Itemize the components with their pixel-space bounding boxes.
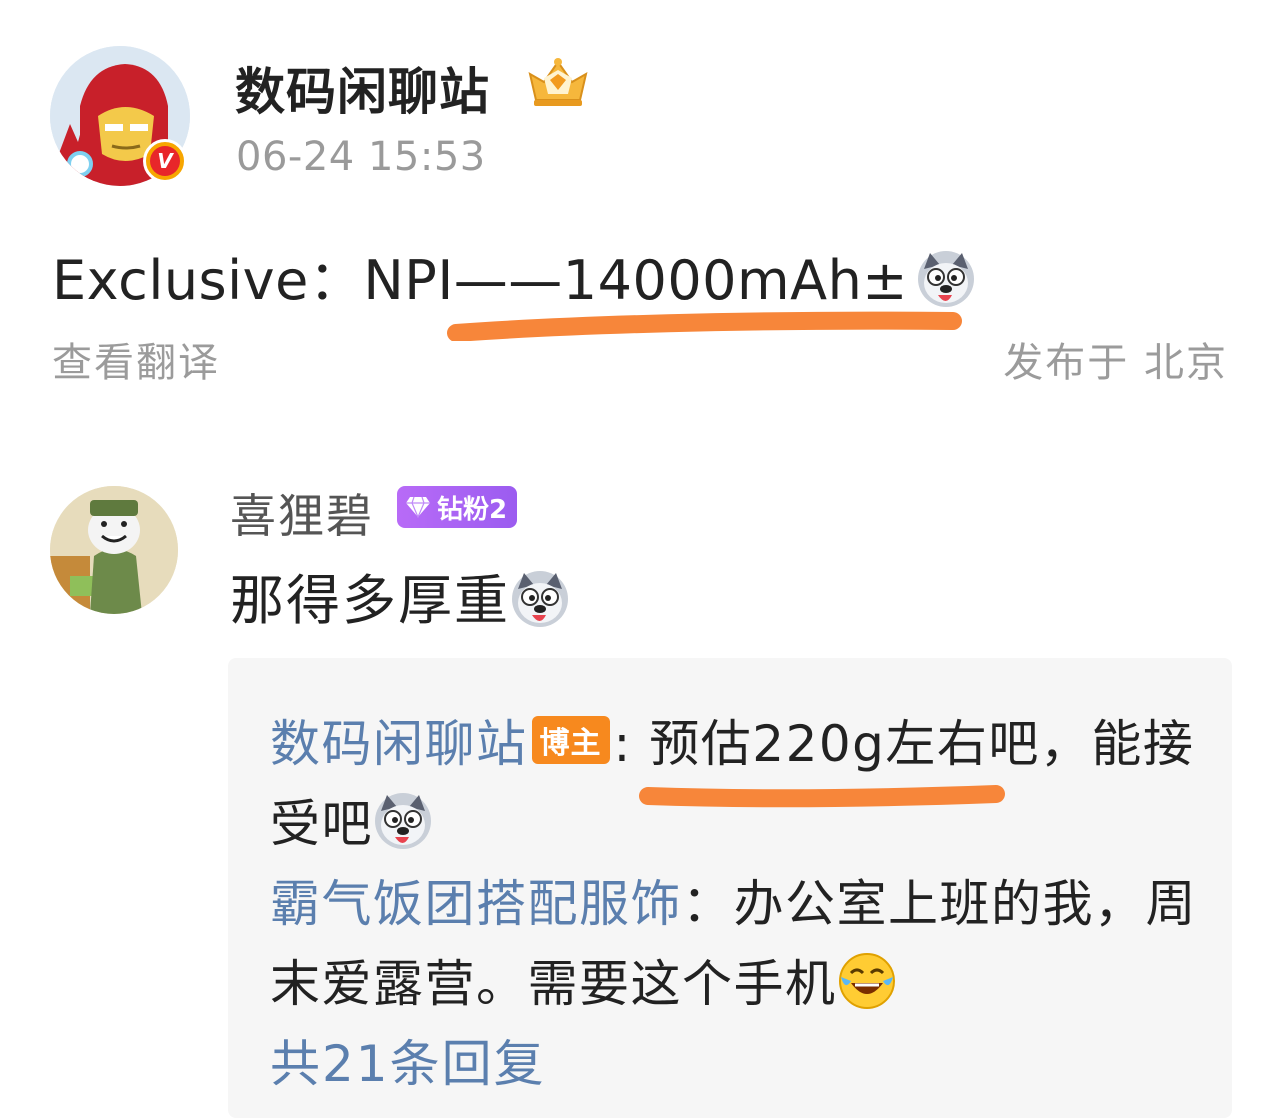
fan-badge-label: 钻粉2 — [437, 494, 508, 525]
reply-1-line2: 受吧 — [270, 784, 433, 863]
commenter-name[interactable]: 喜狸碧 — [230, 480, 374, 546]
reply-1-text-cont: 受吧 — [270, 795, 373, 853]
commenter-avatar-image — [50, 486, 178, 614]
commenter-avatar[interactable] — [50, 486, 178, 614]
comment-text: 那得多厚重 — [230, 569, 510, 632]
verified-v-icon: V — [143, 139, 187, 183]
highlight-underline — [447, 311, 962, 341]
post-body: Exclusive：NPI——14000mAh± — [52, 236, 976, 322]
host-badge: 博主 — [531, 716, 610, 764]
post-timestamp: 06-24 15:53 — [236, 134, 486, 180]
reply-1-separator: : — [613, 715, 632, 773]
translate-link[interactable]: 查看翻译 — [52, 330, 220, 388]
crown-level-icon — [528, 58, 588, 106]
highlight-underline — [639, 785, 1005, 808]
reply-1-text: 预估220g左右吧，能接 — [631, 715, 1195, 773]
reply-2-text: 办公室上班的我，周 — [733, 875, 1197, 933]
reply-1-line1[interactable]: 数码闲聊站 博主: 预估220g左右吧，能接 — [270, 704, 1194, 776]
post-location: 发布于 北京 — [1003, 340, 1228, 386]
reply-2-separator: ： — [682, 875, 734, 933]
reply-2-line1[interactable]: 霸气饭团搭配服饰：办公室上班的我，周 — [270, 864, 1197, 936]
husky-emoji-icon — [510, 569, 570, 642]
laugh-cry-emoji-icon — [837, 951, 897, 1023]
post-body-text: Exclusive：NPI——14000mAh± — [52, 249, 909, 312]
husky-emoji-icon — [373, 791, 433, 863]
more-replies-link[interactable]: 共21条回复 — [270, 1024, 546, 1096]
reply-2-text-cont: 末爱露营。需要这个手机 — [270, 955, 837, 1013]
fan-level-badge: 钻粉2 — [397, 486, 518, 528]
reply-2-author[interactable]: 霸气饭团搭配服饰 — [270, 875, 682, 933]
author-name[interactable]: 数码闲聊站 — [235, 52, 490, 124]
diamond-icon — [406, 496, 430, 518]
reply-1-author[interactable]: 数码闲聊站 — [270, 715, 528, 773]
reply-2-line2: 末爱露营。需要这个手机 — [270, 944, 897, 1023]
comment-body: 那得多厚重 — [230, 556, 570, 642]
